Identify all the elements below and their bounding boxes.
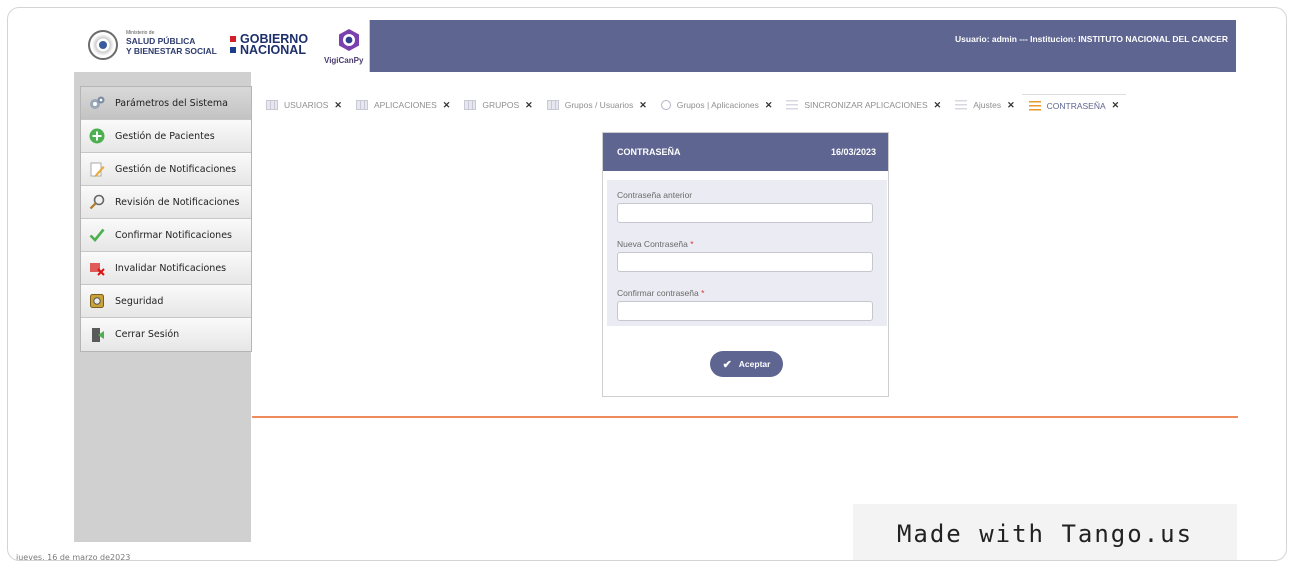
checkmark-icon: [89, 227, 105, 243]
ministry-logo: Ministerio de SALUD PÚBLICA Y BIENESTAR …: [126, 31, 217, 55]
tab-label: Grupos | Aplicaciones: [676, 100, 759, 110]
sliders-icon: [786, 100, 799, 110]
tab-ajustes[interactable]: Ajustes ✕: [948, 94, 1021, 116]
sliders-icon: [955, 100, 968, 110]
sidebar-item-label: Seguridad: [115, 295, 164, 307]
app-name: VigiCanPy: [324, 56, 364, 65]
panel-date: 16/03/2023: [830, 147, 876, 157]
confirm-password-label: Confirmar contraseña *: [617, 288, 705, 298]
tab-aplicaciones[interactable]: APLICACIONES ✕: [349, 94, 457, 116]
magnifier-icon: [89, 194, 105, 210]
user-info: Usuario: admin --- Institucion: INSTITUT…: [955, 34, 1228, 44]
blue-square-icon: [230, 47, 236, 53]
old-password-input[interactable]: [617, 203, 873, 223]
gob-line2: NACIONAL: [240, 43, 306, 57]
close-icon[interactable]: ✕: [765, 100, 773, 111]
accent-divider: [252, 416, 1238, 418]
close-icon[interactable]: ✕: [639, 100, 647, 111]
sidebar-item-confirmar-notificaciones[interactable]: Confirmar Notificaciones: [81, 219, 251, 252]
logo-area: Ministerio de SALUD PÚBLICA Y BIENESTAR …: [74, 20, 370, 72]
password-panel: CONTRASEÑA 16/03/2023 Contraseña anterio…: [602, 132, 889, 397]
gobierno-logo: GOBIERNO NACIONAL: [230, 33, 308, 57]
pencil-icon: [89, 161, 105, 177]
search-icon: [660, 100, 671, 110]
sidebar-item-label: Parámetros del Sistema: [115, 97, 228, 109]
sidebar-item-parametros[interactable]: Parámetros del Sistema: [81, 87, 251, 120]
close-icon[interactable]: ✕: [1112, 100, 1120, 111]
tab-contrasena[interactable]: CONTRASEÑA ✕: [1021, 94, 1127, 116]
panel-title: CONTRASEÑA: [617, 147, 681, 157]
tab-label: CONTRASEÑA: [1046, 100, 1106, 111]
safe-icon: [89, 293, 105, 309]
top-header: Ministerio de SALUD PÚBLICA Y BIENESTAR …: [74, 20, 1236, 72]
old-password-field: Contraseña anterior: [617, 190, 875, 223]
sidebar-item-cerrar-sesion[interactable]: Cerrar Sesión: [81, 318, 251, 351]
sidebar-menu: Parámetros del Sistema Gestión de Pacien…: [80, 86, 252, 352]
tab-grupos-usuarios[interactable]: Grupos / Usuarios ✕: [540, 94, 654, 116]
tab-label: APLICACIONES: [373, 100, 437, 110]
old-password-label: Contraseña anterior: [617, 190, 693, 200]
new-password-label: Nueva Contraseña *: [617, 239, 694, 249]
tab-label: GRUPOS: [482, 100, 520, 110]
sidebar: Parámetros del Sistema Gestión de Pacien…: [74, 72, 252, 542]
ministry-line1: SALUD PÚBLICA: [126, 36, 196, 46]
sidebar-item-label: Confirmar Notificaciones: [115, 229, 232, 241]
new-password-input[interactable]: [617, 252, 873, 272]
required-mark: *: [690, 239, 694, 249]
sidebar-item-label: Gestión de Notificaciones: [115, 163, 237, 175]
table-icon: [355, 100, 368, 110]
tab-grupos[interactable]: GRUPOS ✕: [457, 94, 539, 116]
invalidate-icon: [89, 260, 105, 276]
close-icon[interactable]: ✕: [525, 100, 533, 111]
sidebar-item-label: Gestión de Pacientes: [115, 130, 215, 142]
table-icon: [546, 100, 559, 110]
sidebar-item-revision-notificaciones[interactable]: Revisión de Notificaciones: [81, 186, 251, 219]
panel-header: CONTRASEÑA 16/03/2023: [603, 133, 888, 171]
logout-icon: [89, 327, 105, 343]
table-icon: [464, 100, 477, 110]
form-body: Contraseña anterior Nueva Contraseña * C…: [607, 180, 887, 326]
footer-date: jueves, 16 de marzo de2023: [16, 553, 131, 561]
tab-usuarios[interactable]: USUARIOS ✕: [259, 94, 349, 116]
sidebar-item-gestion-notificaciones[interactable]: Gestión de Notificaciones: [81, 153, 251, 186]
sidebar-item-invalidar-notificaciones[interactable]: Invalidar Notificaciones: [81, 252, 251, 285]
plus-circle-icon: [89, 128, 105, 144]
tab-sincronizar-aplicaciones[interactable]: SINCRONIZAR APLICACIONES ✕: [779, 94, 948, 116]
sidebar-item-label: Invalidar Notificaciones: [115, 262, 227, 274]
sidebar-item-label: Revisión de Notificaciones: [115, 196, 240, 208]
ministry-line2: Y BIENESTAR SOCIAL: [126, 45, 217, 56]
sidebar-item-seguridad[interactable]: Seguridad: [81, 285, 251, 318]
tab-label: Ajustes: [973, 100, 1002, 110]
gears-icon: [89, 95, 105, 111]
tab-label: SINCRONIZAR APLICACIONES: [804, 100, 928, 110]
sliders-icon: [1028, 100, 1041, 111]
new-password-field: Nueva Contraseña *: [617, 239, 875, 272]
close-icon[interactable]: ✕: [443, 100, 451, 111]
tab-label: USUARIOS: [284, 100, 329, 110]
tab-label: Grupos / Usuarios: [564, 100, 634, 110]
vigicanpy-logo-icon: [339, 29, 359, 51]
ministry-seal-icon: [88, 30, 118, 60]
required-mark: *: [701, 288, 705, 298]
tab-grupos-aplicaciones[interactable]: Grupos | Aplicaciones ✕: [654, 94, 780, 116]
confirm-password-field: Confirmar contraseña *: [617, 288, 875, 321]
check-icon: ✔: [722, 358, 732, 371]
sidebar-item-label: Cerrar Sesión: [115, 329, 180, 340]
tab-bar: USUARIOS ✕ APLICACIONES ✕ GRUPOS ✕ Grupo…: [259, 94, 1237, 116]
screenshot-frame: Ministerio de SALUD PÚBLICA Y BIENESTAR …: [7, 7, 1287, 561]
close-icon[interactable]: ✕: [934, 100, 942, 111]
sidebar-item-pacientes[interactable]: Gestión de Pacientes: [81, 120, 251, 153]
close-icon[interactable]: ✕: [1007, 100, 1015, 111]
confirm-password-input[interactable]: [617, 301, 873, 321]
accept-button-label: Aceptar: [738, 359, 771, 369]
close-icon[interactable]: ✕: [334, 100, 342, 111]
accept-button[interactable]: ✔ Aceptar: [710, 351, 783, 377]
table-icon: [266, 100, 278, 110]
red-square-icon: [230, 36, 236, 42]
tango-watermark: Made with Tango.us: [853, 504, 1237, 560]
